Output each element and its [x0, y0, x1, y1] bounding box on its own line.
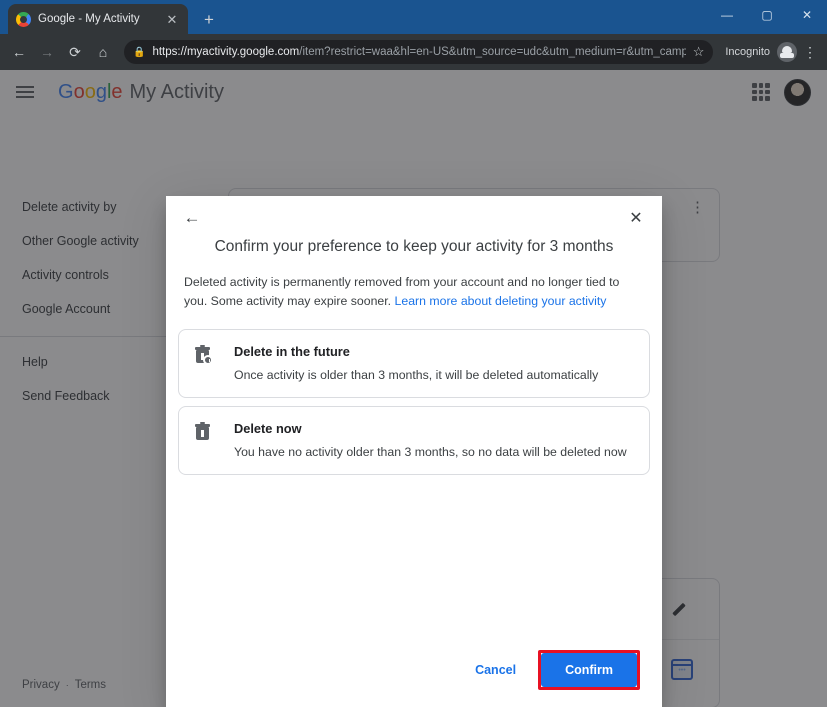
dialog-actions: Cancel Confirm	[166, 650, 662, 707]
option-subtitle: You have no activity older than 3 months…	[234, 445, 627, 460]
tab-title: Google - My Activity	[38, 13, 140, 25]
option-subtitle: Once activity is older than 3 months, it…	[234, 368, 599, 383]
confirm-button-highlight: Confirm	[538, 650, 640, 690]
dialog-spacer	[166, 475, 662, 650]
minimize-button[interactable]: —	[707, 0, 747, 30]
browser-window: Google - My Activity ✕ + — ▢ ✕ ← → ⟳ ⌂ 🔒…	[0, 0, 827, 707]
trash-icon	[195, 421, 219, 459]
close-icon[interactable]: ✕	[624, 206, 648, 230]
url-path: /item?restrict=waa&hl=en-US&utm_source=u…	[299, 46, 686, 58]
option-title: Delete now	[234, 421, 302, 437]
maximize-button[interactable]: ▢	[747, 0, 787, 30]
option-body: Delete now You have no activity older th…	[234, 421, 633, 459]
incognito-label: Incognito	[725, 46, 770, 58]
back-icon[interactable]: ←	[6, 39, 32, 65]
home-icon[interactable]: ⌂	[90, 39, 116, 65]
option-title: Delete in the future	[234, 344, 350, 360]
dialog-title: Confirm your preference to keep your act…	[214, 238, 614, 255]
window-close-button[interactable]: ✕	[787, 0, 827, 30]
google-favicon-icon	[16, 11, 31, 27]
new-tab-button[interactable]: +	[200, 11, 218, 28]
back-arrow-icon[interactable]: ←	[180, 206, 204, 230]
option-delete-now[interactable]: Delete now You have no activity older th…	[178, 406, 650, 476]
lock-icon: 🔒	[133, 46, 146, 58]
browser-tab[interactable]: Google - My Activity ✕	[8, 4, 188, 34]
browser-menu-icon[interactable]: ⋮	[799, 44, 821, 61]
delete-options-list: Delete in the future Once activity is ol…	[166, 329, 662, 476]
trash-clock-icon	[195, 344, 219, 382]
url-host: https://myactivity.google.com	[152, 46, 300, 58]
dialog-top-bar: ← ✕	[166, 196, 662, 238]
option-delete-in-the-future[interactable]: Delete in the future Once activity is ol…	[178, 329, 650, 399]
confirm-preference-dialog: ← ✕ Confirm your preference to keep your…	[166, 196, 662, 707]
cancel-button[interactable]: Cancel	[463, 654, 528, 686]
close-icon[interactable]: ✕	[164, 13, 180, 26]
option-body: Delete in the future Once activity is ol…	[234, 344, 633, 382]
bookmark-star-icon[interactable]: ☆	[693, 44, 705, 60]
dialog-description: Deleted activity is permanently removed …	[166, 273, 662, 311]
address-bar[interactable]: 🔒 https://myactivity.google.com/item?res…	[124, 40, 714, 64]
dialog-learn-more-link[interactable]: Learn more about deleting your activity	[395, 294, 607, 308]
forward-icon[interactable]: →	[34, 39, 60, 65]
tab-strip: Google - My Activity ✕ + — ▢ ✕	[0, 0, 827, 34]
page-viewport: GoogleMy Activity Delete activity by Oth…	[0, 70, 827, 707]
url-text: https://myactivity.google.com/item?restr…	[152, 46, 685, 58]
reload-icon[interactable]: ⟳	[62, 39, 88, 65]
window-controls: — ▢ ✕	[707, 0, 827, 30]
incognito-icon[interactable]	[777, 42, 797, 62]
confirm-button[interactable]: Confirm	[541, 653, 637, 687]
browser-toolbar: ← → ⟳ ⌂ 🔒 https://myactivity.google.com/…	[0, 34, 827, 70]
